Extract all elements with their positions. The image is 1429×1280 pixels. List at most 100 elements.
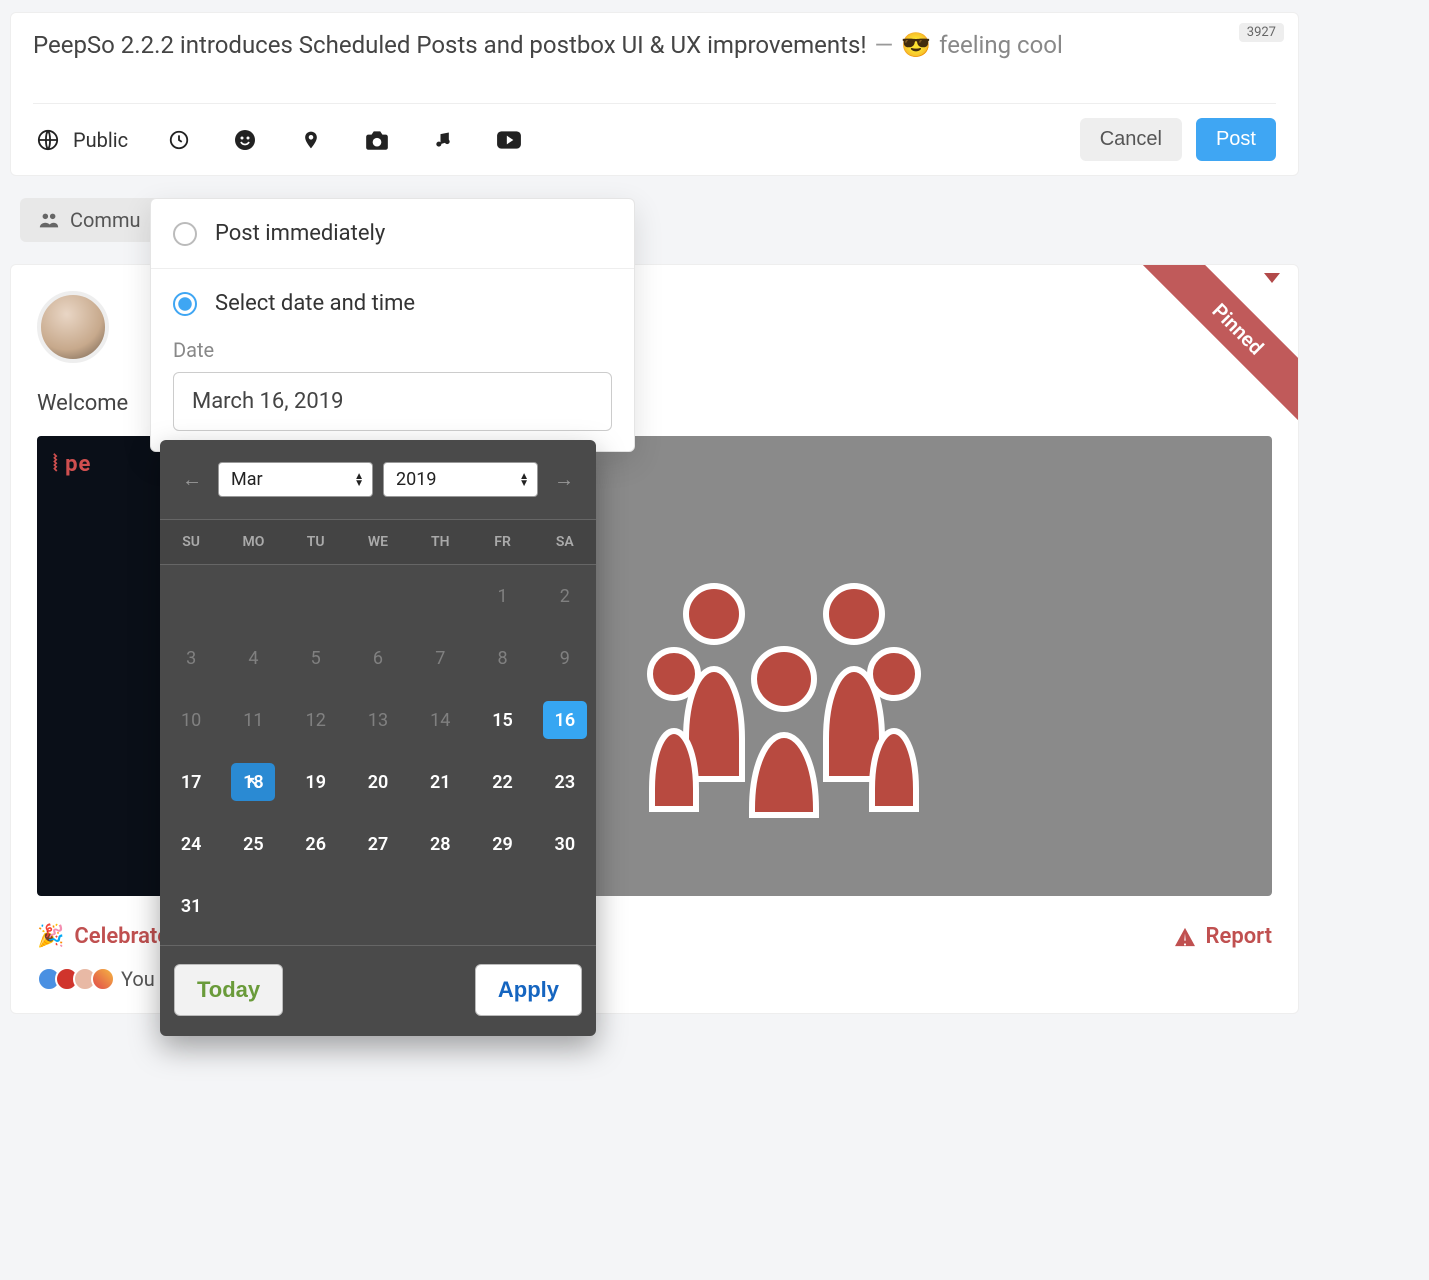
community-chip-label: Commu [70, 208, 141, 232]
community-chip[interactable]: Commu [20, 198, 159, 242]
users-icon [38, 211, 60, 229]
separator-dash: — [875, 31, 894, 59]
calendar-day-cell[interactable]: 21 [409, 751, 471, 813]
celebrate-icon [91, 967, 115, 991]
music-note-icon[interactable] [428, 125, 458, 155]
calendar-day-cell[interactable]: 9 [534, 627, 596, 689]
calendar-day-cell[interactable]: 3 [160, 627, 222, 689]
apply-button[interactable]: Apply [475, 964, 582, 1016]
calendar-day-cell [285, 875, 347, 937]
pointer-cursor-icon: ↖ [247, 773, 260, 791]
calendar-day-cell [222, 565, 284, 627]
calendar-day-cell[interactable]: 31 [160, 875, 222, 937]
postbox-toolbar: Public Cancel Post [33, 103, 1276, 175]
warning-icon [1174, 927, 1196, 947]
option-select-date-time-label: Select date and time [215, 291, 415, 316]
calendar-day-cell[interactable]: 5 [285, 627, 347, 689]
clock-icon[interactable] [164, 125, 194, 155]
report-label: Report [1206, 924, 1272, 949]
next-month-button[interactable]: → [550, 466, 578, 494]
calendar-day-cell[interactable]: 12 [285, 689, 347, 751]
calendar-day-cell[interactable]: 6 [347, 627, 409, 689]
calendar-day-cell[interactable]: 20 [347, 751, 409, 813]
celebrate-label: Celebrate [74, 924, 169, 949]
calendar-day-cell [534, 875, 596, 937]
calendar-day-cell[interactable]: 8 [471, 627, 533, 689]
privacy-label: Public [73, 128, 128, 152]
calendar-day-cell[interactable]: 7 [409, 627, 471, 689]
calendar-day-cell[interactable]: 11 [222, 689, 284, 751]
calendar-day-cell[interactable]: 4 [222, 627, 284, 689]
date-input[interactable]: March 16, 2019 [173, 372, 612, 431]
celebrate-reaction[interactable]: 🎉 Celebrate [37, 924, 169, 949]
weekday-cell: WE [347, 520, 409, 564]
calendar-day-cell[interactable]: 26 [285, 813, 347, 875]
location-pin-icon[interactable] [296, 125, 326, 155]
party-popper-icon: 🎉 [37, 924, 64, 949]
feeling-text: feeling cool [939, 31, 1063, 59]
calendar-day-cell [160, 565, 222, 627]
privacy-selector[interactable]: Public [33, 125, 128, 155]
postbox-content[interactable]: PeepSo 2.2.2 introduces Scheduled Posts … [33, 31, 1276, 59]
avatar[interactable] [37, 291, 109, 363]
youtube-icon[interactable] [494, 125, 524, 155]
calendar-day-cell [285, 565, 347, 627]
globe-icon [33, 125, 63, 155]
post-button[interactable]: Post [1196, 118, 1276, 161]
today-button[interactable]: Today [174, 964, 283, 1016]
calendar-day-cell [222, 875, 284, 937]
month-select-value: Mar [231, 469, 263, 490]
calendar-day-cell[interactable]: 27 [347, 813, 409, 875]
calendar-day-cell[interactable]: 1 [471, 565, 533, 627]
calendar-day-cell[interactable]: 23 [534, 751, 596, 813]
schedule-popover: Post immediately Select date and time Da… [150, 198, 635, 452]
people-group-icon [634, 559, 934, 819]
weekday-cell: SU [160, 520, 222, 564]
radio-unchecked-icon [173, 222, 197, 246]
pinned-label: Pinned [1138, 265, 1298, 429]
weekday-cell: TH [409, 520, 471, 564]
char-count-badge: 3927 [1239, 23, 1284, 42]
option-post-immediately[interactable]: Post immediately [151, 199, 634, 269]
option-select-date-time[interactable]: Select date and time [151, 269, 634, 338]
calendar-day-cell[interactable]: 16 [534, 689, 596, 751]
calendar-day-cell[interactable]: 10 [160, 689, 222, 751]
calendar-day-cell[interactable]: 13 [347, 689, 409, 751]
year-select-value: 2019 [396, 469, 436, 490]
calendar-day-cell[interactable]: 17 [160, 751, 222, 813]
cancel-button[interactable]: Cancel [1080, 118, 1182, 161]
calendar-day-cell[interactable]: 28 [409, 813, 471, 875]
calendar-day-cell[interactable]: 24 [160, 813, 222, 875]
date-picker-calendar: ← Mar ▲▼ 2019 ▲▼ → SUMOTUWETHFRSA 123456… [160, 440, 596, 1036]
reaction-icon-stack [37, 967, 109, 991]
calendar-day-cell[interactable]: 19 [285, 751, 347, 813]
calendar-day-cell[interactable]: 30 [534, 813, 596, 875]
calendar-day-cell[interactable]: 14 [409, 689, 471, 751]
calendar-day-cell[interactable]: 15 [471, 689, 533, 751]
calendar-day-cell[interactable]: 18↖ [222, 751, 284, 813]
brand-mark: ⦚ pe [53, 452, 91, 477]
option-post-immediately-label: Post immediately [215, 221, 385, 246]
calendar-day-cell [471, 875, 533, 937]
calendar-day-cell [409, 875, 471, 937]
smile-icon[interactable] [230, 125, 260, 155]
calendar-day-cell[interactable]: 2 [534, 565, 596, 627]
calendar-day-cell [347, 875, 409, 937]
year-select[interactable]: 2019 ▲▼ [383, 462, 538, 497]
calendar-weekday-header: SUMOTUWETHFRSA [160, 519, 596, 565]
sunglasses-emoji-icon: 😎 [901, 31, 931, 59]
weekday-cell: SA [534, 520, 596, 564]
calendar-day-cell[interactable]: 29 [471, 813, 533, 875]
camera-icon[interactable] [362, 125, 392, 155]
calendar-day-cell [409, 565, 471, 627]
weekday-cell: FR [471, 520, 533, 564]
calendar-day-cell[interactable]: 22 [471, 751, 533, 813]
date-field-label: Date [151, 338, 634, 372]
report-button[interactable]: Report [1174, 924, 1272, 949]
calendar-day-cell[interactable]: 25 [222, 813, 284, 875]
prev-month-button[interactable]: ← [178, 466, 206, 494]
month-select[interactable]: Mar ▲▼ [218, 462, 373, 497]
select-caret-icon: ▲▼ [519, 473, 529, 487]
weekday-cell: MO [222, 520, 284, 564]
calendar-day-cell [347, 565, 409, 627]
